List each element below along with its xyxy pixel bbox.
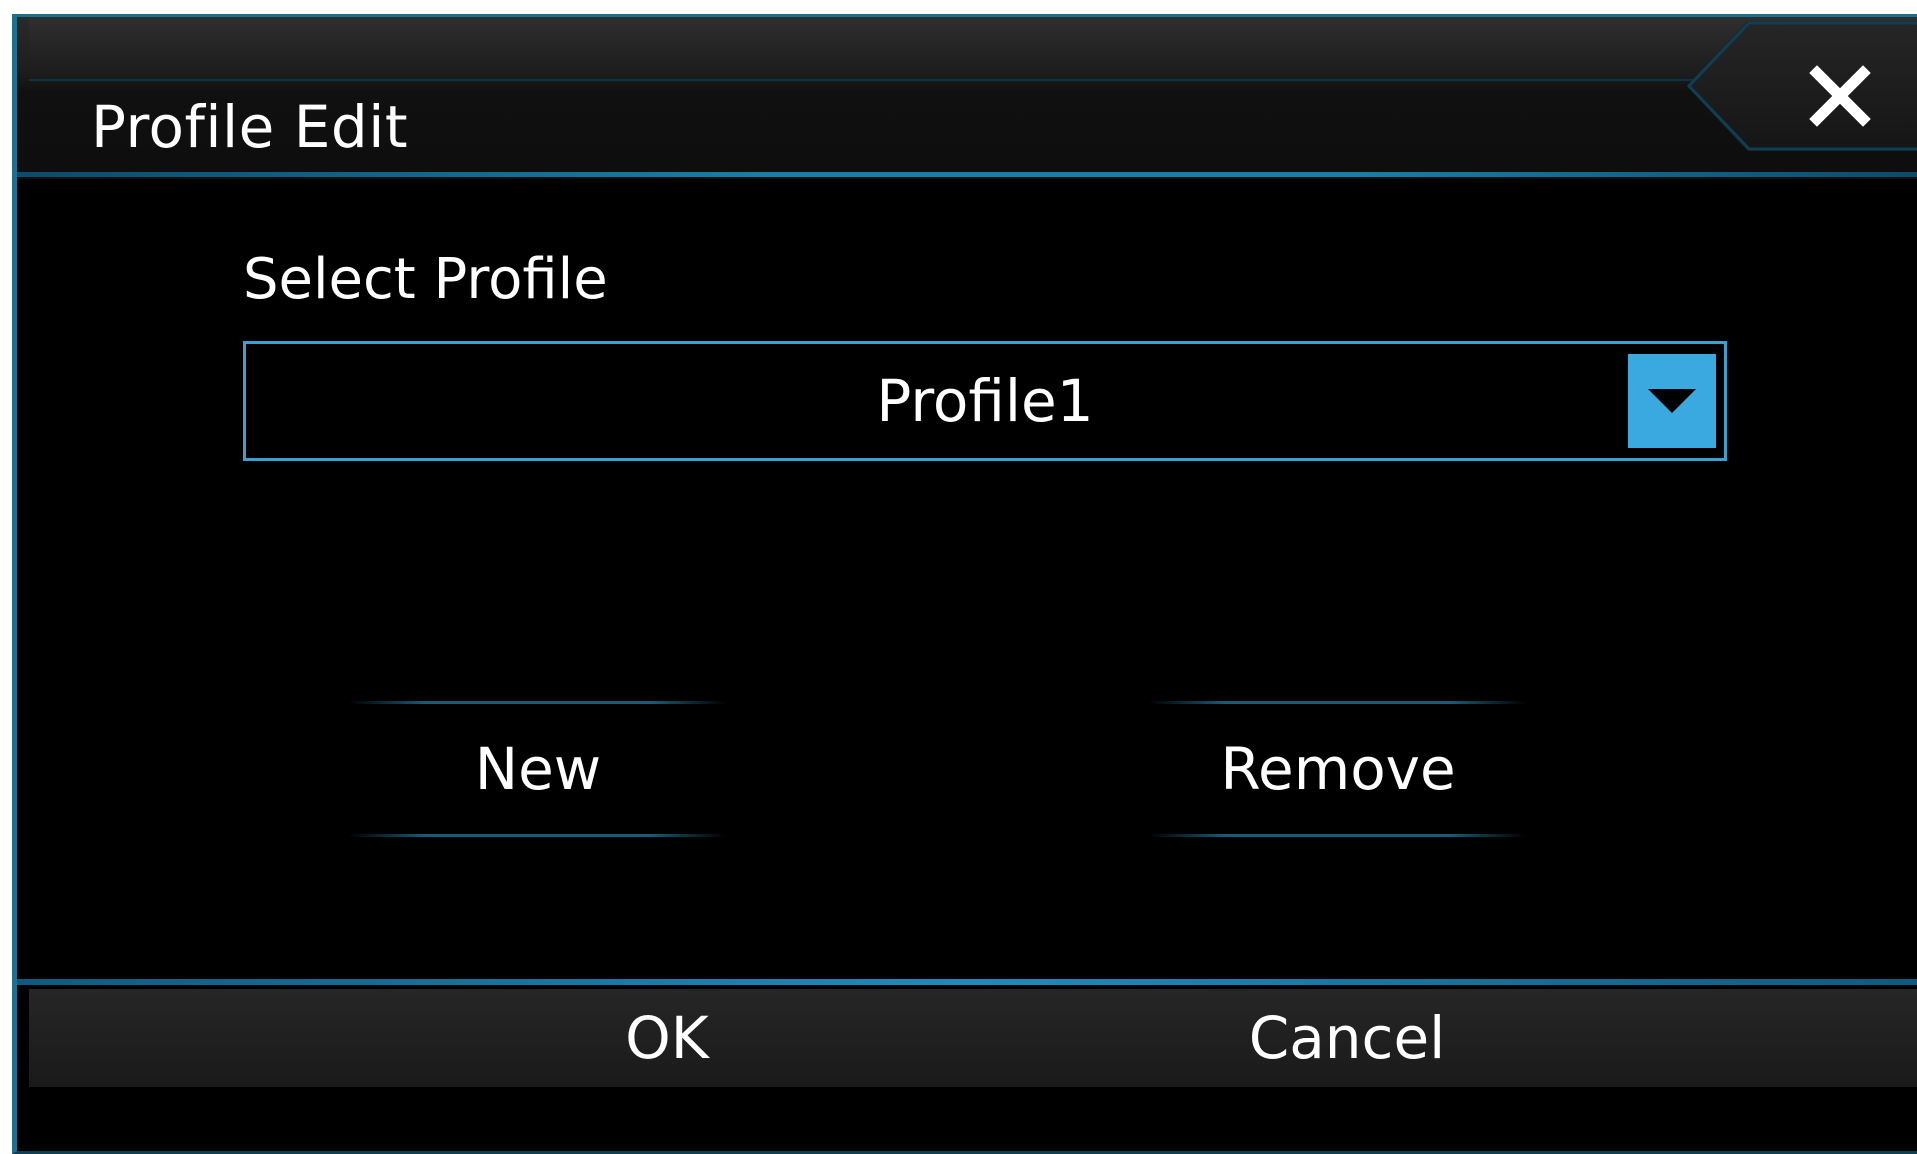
profile-select-value: Profile1: [876, 367, 1094, 435]
profile-select[interactable]: Profile1: [243, 341, 1727, 461]
profile-edit-dialog: Profile Edit Select Profile Profile1 New…: [12, 14, 1917, 1154]
close-tab-outline: [1687, 21, 1917, 151]
profile-select-dropdown-button[interactable]: [1628, 354, 1716, 448]
new-profile-button[interactable]: New: [349, 701, 727, 837]
footer-button-bar: [29, 989, 1917, 1087]
dialog-footer: OK Cancel: [17, 979, 1917, 1151]
title-bar[interactable]: Profile Edit: [17, 17, 1917, 179]
footer-divider: [17, 979, 1917, 985]
close-button[interactable]: [1805, 61, 1875, 131]
title-bar-divider: [17, 172, 1917, 177]
select-profile-label: Select Profile: [243, 247, 608, 312]
dialog-title: Profile Edit: [91, 93, 409, 161]
cancel-button[interactable]: Cancel: [1217, 989, 1477, 1087]
ok-button[interactable]: OK: [557, 989, 777, 1087]
close-icon: [1809, 65, 1871, 127]
chevron-down-icon: [1648, 389, 1696, 413]
title-bar-band: [29, 17, 1917, 81]
remove-profile-button[interactable]: Remove: [1149, 701, 1527, 837]
